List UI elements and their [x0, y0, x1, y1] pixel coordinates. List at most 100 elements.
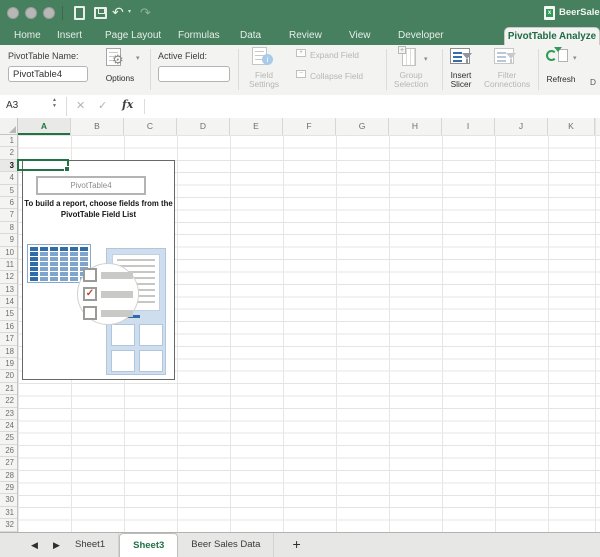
insert-slicer-button[interactable]: Insert Slicer	[440, 71, 482, 89]
confirm-entry-icon[interactable]: ✓	[98, 99, 107, 112]
stepper-down-icon[interactable]: ▼	[52, 103, 57, 109]
row-header-9[interactable]: 9	[0, 234, 17, 247]
active-field-input[interactable]	[158, 66, 230, 82]
row-headers: 1 2 3 4 5 6 7 8 9 10 11 12 13 14 15 16 17 18 19 20 21 22 23 24 2…	[0, 135, 18, 532]
table-graphic-cell	[60, 271, 68, 276]
column-header-h[interactable]: H	[389, 118, 442, 135]
row-header-20[interactable]: 20	[0, 370, 17, 383]
row-header-13[interactable]: 13	[0, 284, 17, 297]
pivottable-name-input[interactable]	[8, 66, 88, 82]
row-header-28[interactable]: 28	[0, 470, 17, 482]
add-sheet-button[interactable]: +	[284, 533, 308, 557]
save-icon[interactable]	[94, 7, 107, 19]
undo-dropdown-caret-icon[interactable]: ▾	[128, 8, 131, 15]
name-box[interactable]: A3	[6, 100, 18, 111]
new-document-icon[interactable]	[74, 6, 85, 20]
column-header-e[interactable]: E	[230, 118, 283, 135]
table-graphic-cell	[50, 276, 58, 281]
ribbon-tab-developer[interactable]: Developer	[398, 28, 444, 45]
column-header-i[interactable]: I	[442, 118, 495, 135]
table-graphic-cell	[70, 266, 78, 271]
ribbon-tab-pivottable-analyze[interactable]: PivotTable Analyze	[504, 27, 600, 45]
ribbon-tab-home[interactable]: Home	[14, 28, 41, 45]
ribbon-tab-formulas[interactable]: Formulas	[178, 28, 220, 45]
row-header-14[interactable]: 14	[0, 296, 17, 309]
ribbon-tab-data[interactable]: Data	[240, 28, 261, 45]
row-header-5[interactable]: 5	[0, 185, 17, 197]
row-header-32[interactable]: 32	[0, 519, 17, 532]
row-header-26[interactable]: 26	[0, 445, 17, 458]
table-graphic-cell	[30, 256, 38, 261]
refresh-arrowhead-icon[interactable]	[554, 47, 562, 52]
column-header-k[interactable]: K	[548, 118, 595, 135]
checklist-row: ✓	[83, 287, 133, 301]
row-header-31[interactable]: 31	[0, 507, 17, 520]
row-header-12[interactable]: 12	[0, 271, 17, 284]
group-dropdown-caret-icon: ▾	[424, 56, 428, 63]
ribbon-tab-page-layout[interactable]: Page Layout	[105, 28, 161, 45]
row-header-22[interactable]: 22	[0, 395, 17, 408]
minimize-window-button[interactable]	[25, 7, 37, 19]
row-header-3[interactable]: 3	[0, 159, 17, 173]
undo-icon[interactable]: ↶	[112, 3, 124, 21]
selected-cell-a3[interactable]	[17, 159, 70, 172]
cancel-entry-icon[interactable]: ✕	[76, 99, 85, 112]
row-header-19[interactable]: 19	[0, 358, 17, 371]
checklist-row	[83, 268, 133, 282]
row-header-4[interactable]: 4	[0, 172, 17, 185]
sheet-tabs: Sheet1 Sheet3 Beer Sales Data +	[62, 533, 309, 557]
ribbon-tab-review[interactable]: Review	[289, 28, 322, 45]
name-box-stepper[interactable]: ▲ ▼	[52, 97, 57, 109]
row-header-16[interactable]: 16	[0, 321, 17, 334]
table-graphic-cell	[80, 261, 88, 266]
row-header-30[interactable]: 30	[0, 494, 17, 507]
column-header-b[interactable]: B	[71, 118, 124, 135]
row-header-15[interactable]: 15	[0, 308, 17, 321]
plus-box-icon: +	[398, 46, 406, 54]
row-header-29[interactable]: 29	[0, 482, 17, 495]
column-header-a[interactable]: A	[18, 118, 71, 135]
gear-icon[interactable]: ⚙	[112, 52, 124, 68]
close-window-button[interactable]	[7, 7, 19, 19]
column-header-c[interactable]: C	[124, 118, 177, 135]
previous-sheet-icon[interactable]: ◀	[31, 539, 38, 551]
row-header-23[interactable]: 23	[0, 408, 17, 420]
refresh-button[interactable]: Refresh	[538, 75, 584, 84]
row-header-11[interactable]: 11	[0, 259, 17, 272]
select-all-corner[interactable]	[0, 118, 18, 135]
next-sheet-icon[interactable]: ▶	[53, 539, 60, 551]
row-header-21[interactable]: 21	[0, 383, 17, 396]
row-header-1[interactable]: 1	[0, 135, 17, 148]
zoom-window-button[interactable]	[43, 7, 55, 19]
row-header-17[interactable]: 17	[0, 333, 17, 346]
options-dropdown-caret-icon[interactable]: ▾	[136, 54, 140, 62]
ribbon-tab-insert[interactable]: Insert	[57, 28, 82, 45]
insert-function-icon[interactable]: fx	[122, 98, 133, 111]
formula-bar: A3 ▲ ▼ ✕ ✓ fx	[0, 95, 600, 119]
row-header-10[interactable]: 10	[0, 247, 17, 259]
row-header-25[interactable]: 25	[0, 432, 17, 445]
row-header-27[interactable]: 27	[0, 457, 17, 470]
row-header-6[interactable]: 6	[0, 197, 17, 210]
pivottable-placeholder-title: PivotTable4	[36, 176, 146, 195]
area-square	[111, 324, 135, 346]
refresh-dropdown-caret-icon[interactable]: ▾	[573, 54, 577, 62]
sheet-tab-beer-sales-data[interactable]: Beer Sales Data	[178, 533, 275, 557]
column-header-g[interactable]: G	[336, 118, 389, 135]
sheet-tab-sheet3[interactable]: Sheet3	[119, 533, 179, 557]
column-header-f[interactable]: F	[283, 118, 336, 135]
fill-handle[interactable]	[64, 166, 70, 172]
row-header-2[interactable]: 2	[0, 147, 17, 160]
row-header-7[interactable]: 7	[0, 209, 17, 222]
row-header-18[interactable]: 18	[0, 346, 17, 359]
ribbon-tab-view[interactable]: View	[349, 28, 371, 45]
column-header-j[interactable]: J	[495, 118, 548, 135]
group-selection-button: Group Selection	[393, 70, 429, 89]
row-header-8[interactable]: 8	[0, 222, 17, 235]
redo-icon[interactable]: ↷	[140, 4, 151, 22]
options-button[interactable]: Options	[98, 74, 142, 83]
row-header-24[interactable]: 24	[0, 420, 17, 433]
sheet-tab-sheet1[interactable]: Sheet1	[62, 533, 120, 557]
filter-connections-button: Filter Connections	[484, 70, 531, 89]
column-header-d[interactable]: D	[177, 118, 230, 135]
